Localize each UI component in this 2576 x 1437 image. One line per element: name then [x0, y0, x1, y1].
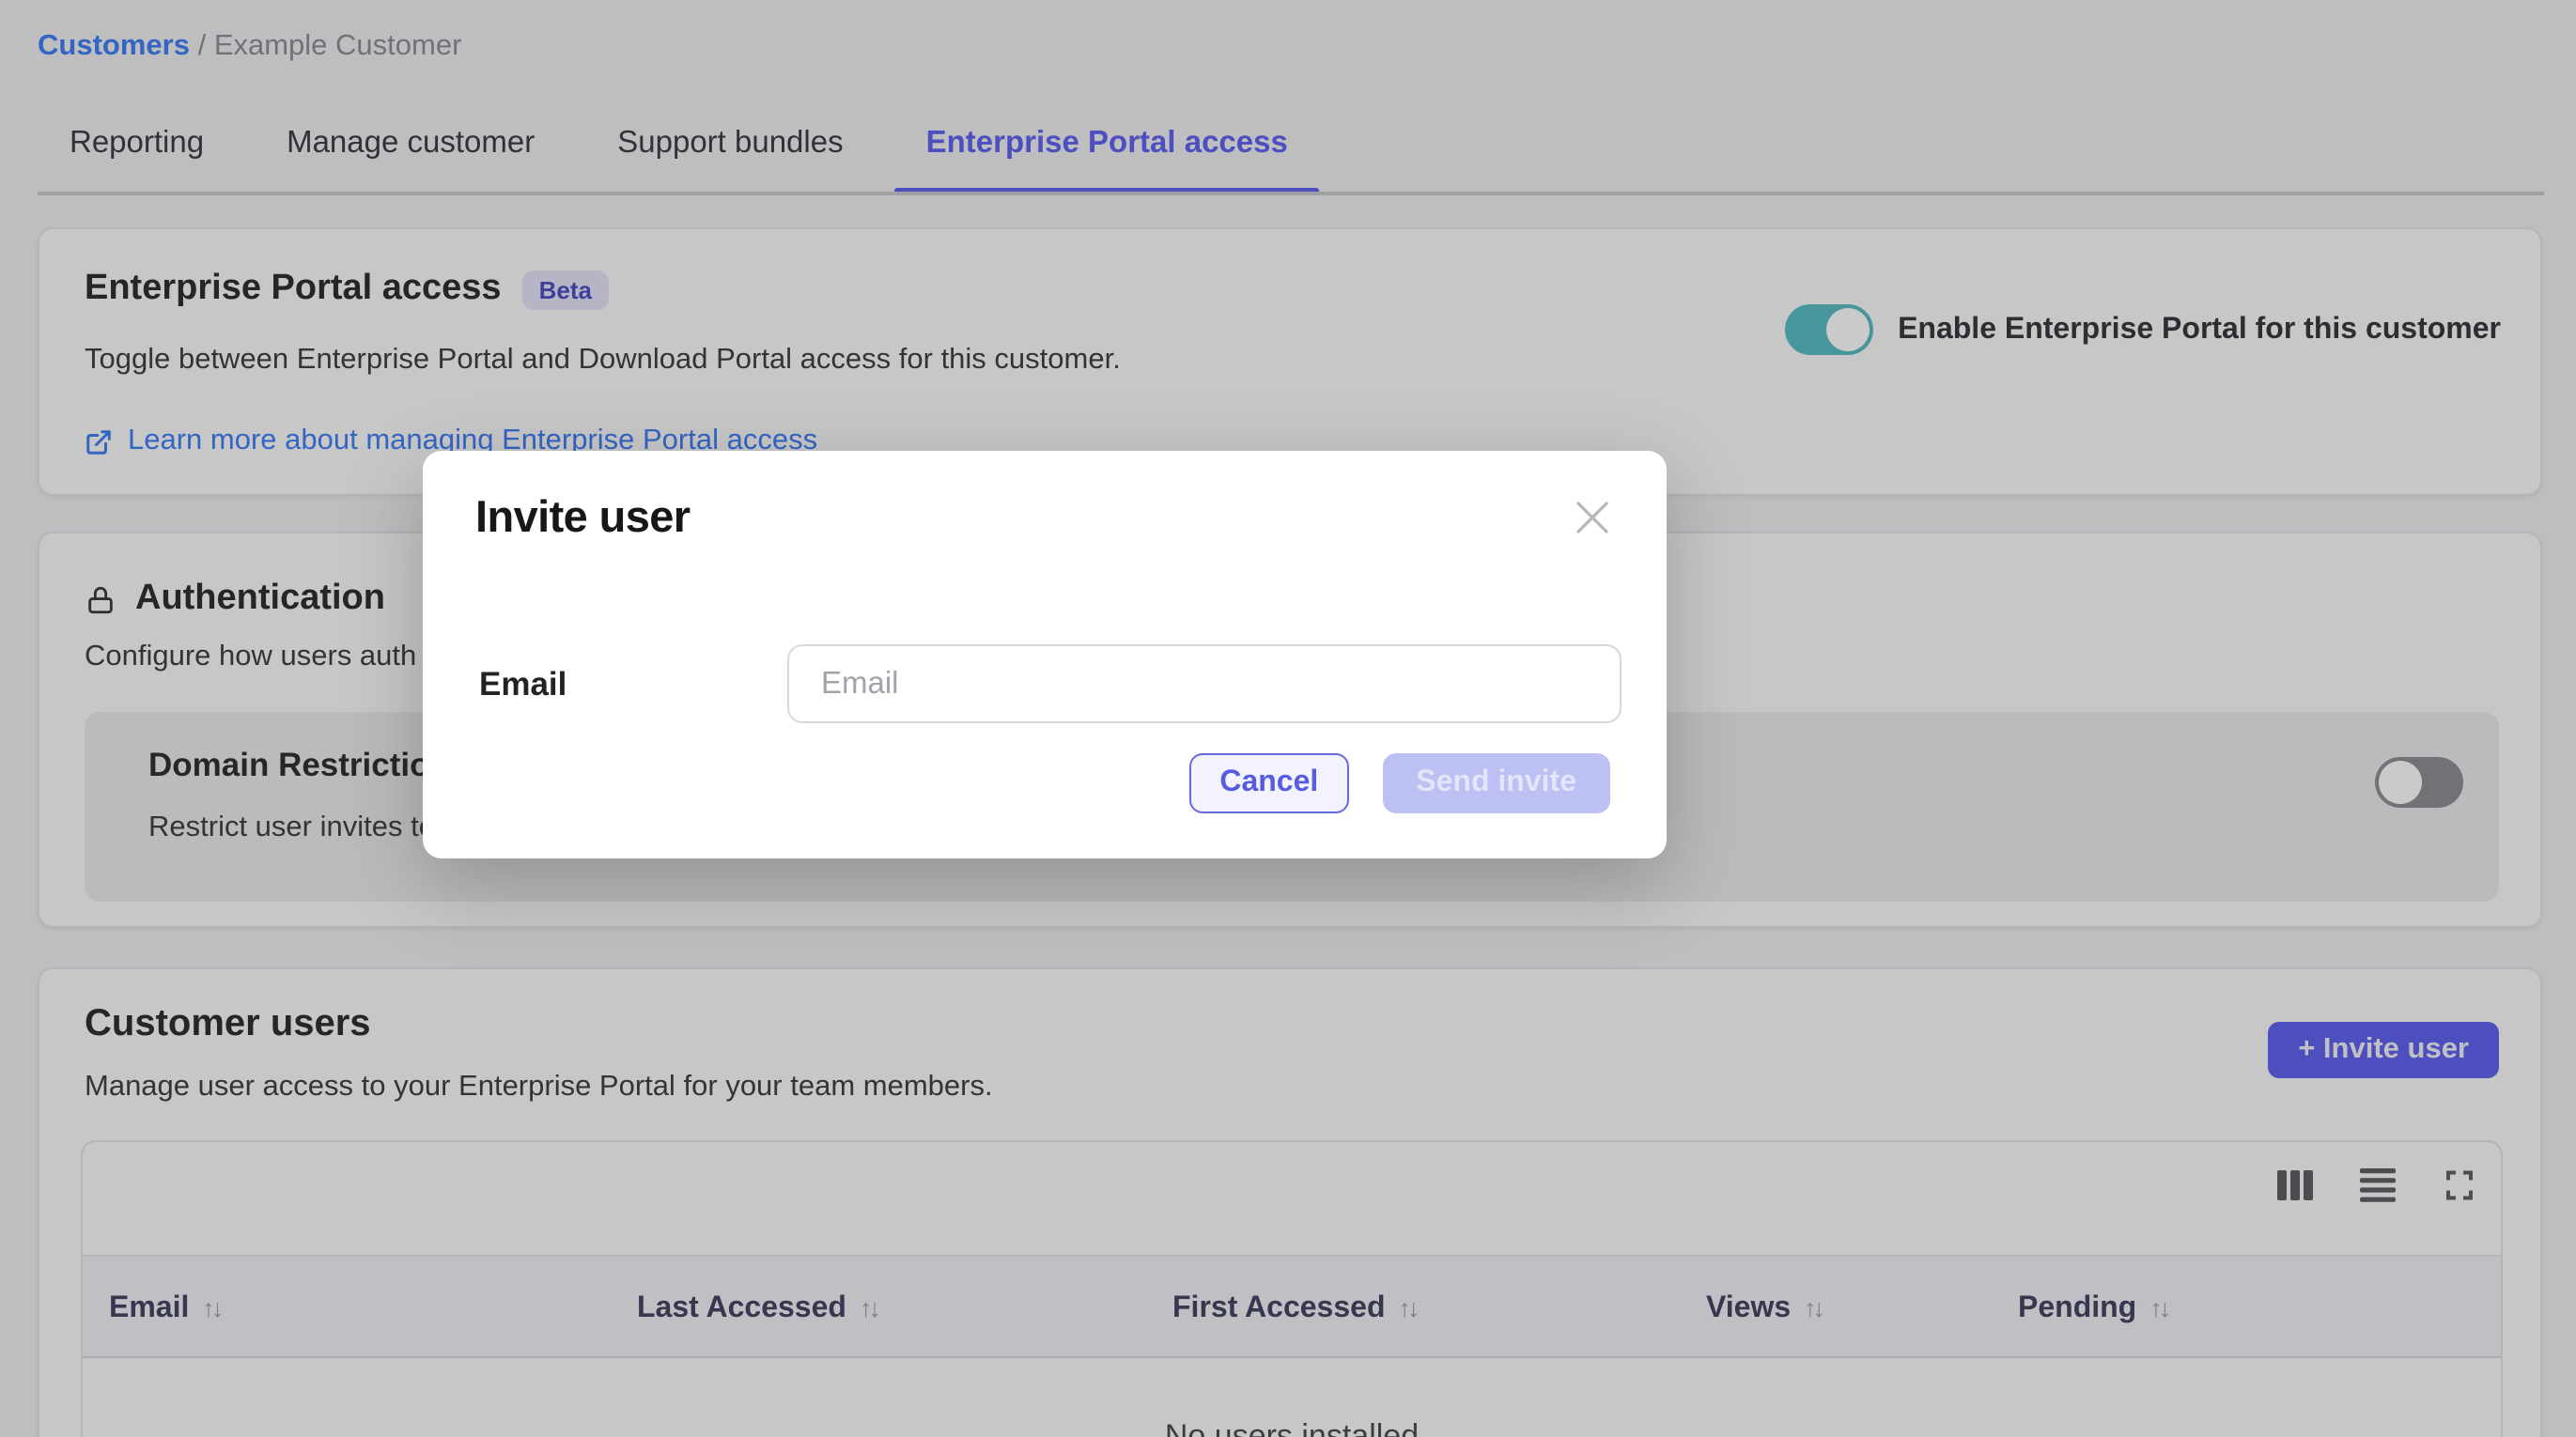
close-icon[interactable] — [1573, 498, 1612, 537]
invite-user-modal: Invite user Email Cancel Send invite — [423, 451, 1667, 858]
page: Customers / Example Customer Reporting M… — [0, 0, 2576, 1437]
send-invite-button[interactable]: Send invite — [1382, 753, 1610, 813]
modal-actions: Cancel Send invite — [1189, 753, 1610, 813]
email-field[interactable] — [787, 644, 1622, 723]
cancel-button[interactable]: Cancel — [1189, 753, 1348, 813]
email-label: Email — [479, 665, 566, 704]
modal-title: Invite user — [475, 492, 691, 543]
